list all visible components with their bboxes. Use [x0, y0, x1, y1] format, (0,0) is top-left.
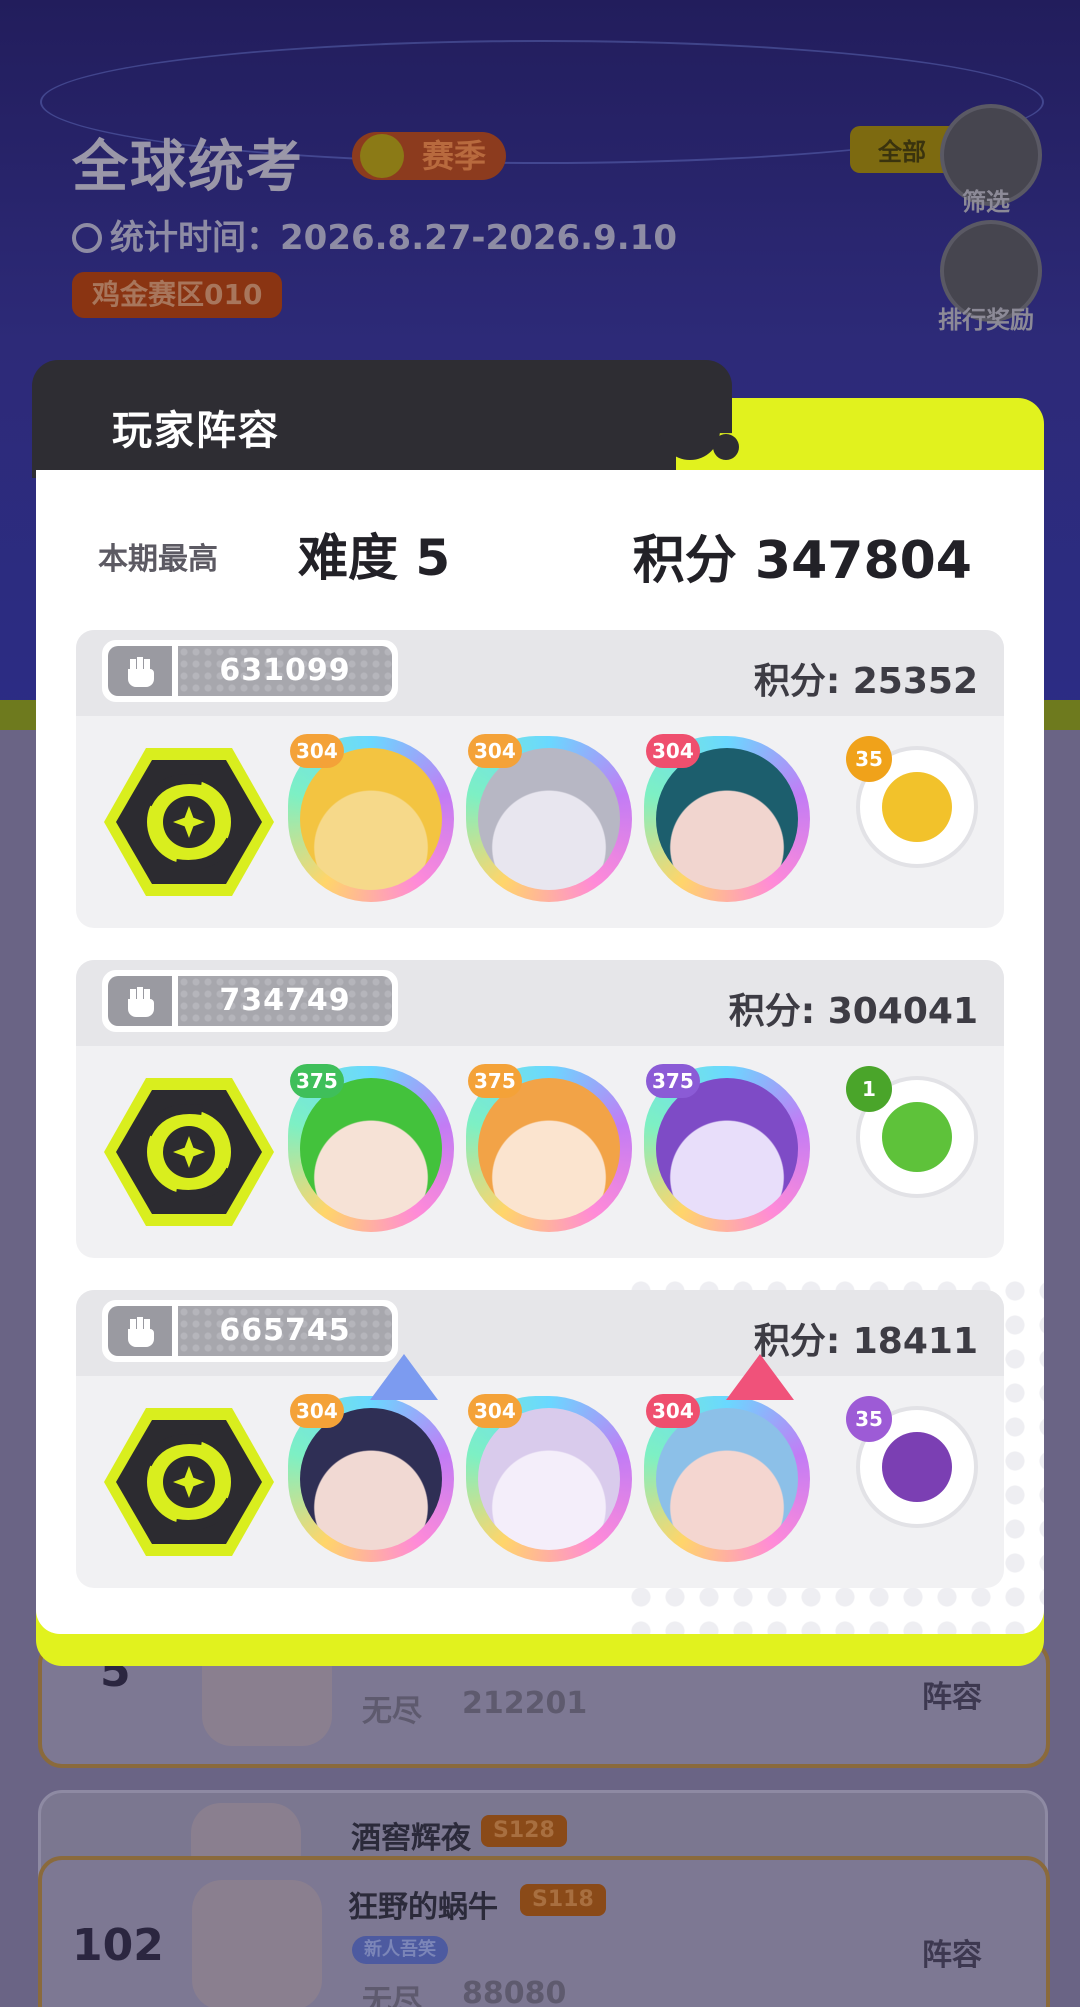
companion-level-badge: 35	[846, 736, 892, 782]
hero-portrait[interactable]: 304	[644, 734, 810, 902]
companion-icon	[882, 1432, 952, 1502]
score-value: 212201	[462, 1686, 588, 1721]
hero-avatar	[478, 748, 620, 890]
hero-avatar	[300, 1078, 442, 1220]
hero-avatar	[656, 1408, 798, 1550]
companion-icon	[882, 772, 952, 842]
hero-avatar	[656, 1078, 798, 1220]
score-value: 88080	[462, 1976, 567, 2007]
best-difficulty: 难度 5	[298, 529, 451, 587]
hero-portrait[interactable]: 304	[288, 734, 454, 902]
companion-level-badge: 1	[846, 1066, 892, 1112]
hero-avatar	[300, 1408, 442, 1550]
hero-level-badge: 375	[646, 1064, 700, 1098]
player-name: 酒窖辉夜	[351, 1821, 471, 1856]
team-score: 积分: 25352	[753, 661, 978, 702]
hero-portrait[interactable]: 304	[644, 1354, 810, 1562]
lineup-modal: 本期最高 难度 5 积分 347804 631099 积分: 25352 304…	[36, 470, 1044, 1634]
hero-portrait[interactable]: 375	[466, 1064, 632, 1232]
hero-avatar	[478, 1408, 620, 1550]
team-card: 631099 积分: 25352 304 304 304 35	[76, 630, 1004, 928]
player-id-badge: 631099	[102, 640, 398, 702]
hero-portrait[interactable]: 375	[288, 1064, 454, 1232]
hero-level-badge: 304	[468, 734, 522, 768]
hero-portrait[interactable]: 304	[466, 1394, 632, 1562]
player-id: 734749	[219, 983, 351, 1018]
title-badge: 新人吾笑	[352, 1936, 448, 1964]
fist-icon	[108, 976, 172, 1026]
modal-title: 玩家阵容	[112, 408, 280, 454]
hero-portrait[interactable]: 304	[466, 734, 632, 902]
team-card: 734749 积分: 304041 375 375 375 1	[76, 960, 1004, 1258]
hero-level-badge: 304	[646, 1394, 700, 1428]
mode-label: 无尽	[362, 1984, 422, 2007]
avatar	[192, 1880, 322, 2007]
best-score: 积分 347804	[632, 531, 972, 591]
player-id-badge: 665745	[102, 1300, 398, 1362]
hero-portrait[interactable]: 375	[644, 1064, 810, 1232]
team-score: 积分: 304041	[728, 991, 978, 1032]
hero-level-badge: 304	[290, 1394, 344, 1428]
hero-avatar	[656, 748, 798, 890]
header-dot	[713, 434, 739, 460]
player-id-badge: 734749	[102, 970, 398, 1032]
companion-level-badge: 35	[846, 1396, 892, 1442]
team-card: 665745 积分: 18411 304 304 304 35	[76, 1290, 1004, 1588]
pet-emblem-icon[interactable]	[102, 744, 276, 900]
fist-icon	[108, 646, 172, 696]
hero-avatar	[300, 748, 442, 890]
hero-avatar	[478, 1078, 620, 1220]
crown-icon	[726, 1354, 794, 1400]
rank-reward-label: 排行奖励	[938, 306, 1034, 334]
zone-label[interactable]: 鸡金赛区010	[72, 272, 283, 318]
hero-level-badge: 375	[468, 1064, 522, 1098]
season-badge[interactable]: 赛季	[352, 132, 507, 180]
companion-avatar[interactable]: 35	[846, 736, 978, 868]
hero-level-badge: 304	[290, 734, 344, 768]
server-tag: S118	[520, 1884, 606, 1916]
server-tag: S128	[481, 1815, 567, 1847]
best-label: 本期最高	[98, 542, 218, 577]
stat-time: 统计时间：2026.8.27-2026.9.10	[72, 210, 677, 259]
crown-icon	[370, 1354, 438, 1400]
companion-icon	[882, 1102, 952, 1172]
hero-level-badge: 375	[290, 1064, 344, 1098]
player-id: 631099	[219, 653, 351, 688]
lineup-link[interactable]: 阵容	[922, 1672, 982, 1716]
pet-emblem-icon[interactable]	[102, 1404, 276, 1560]
rank-number: 102	[72, 1920, 164, 1971]
hero-level-badge: 304	[468, 1394, 522, 1428]
player-id: 665745	[219, 1313, 351, 1348]
season-icon	[360, 134, 404, 178]
companion-avatar[interactable]: 35	[846, 1396, 978, 1528]
season-label: 赛季	[422, 137, 487, 175]
companion-avatar[interactable]: 1	[846, 1066, 978, 1198]
fist-icon	[108, 1306, 172, 1356]
pet-emblem-icon[interactable]	[102, 1074, 276, 1230]
lineup-link[interactable]: 阵容	[922, 1930, 982, 1974]
mode-label: 无尽	[362, 1694, 422, 1729]
filter-label: 筛选	[962, 188, 1010, 216]
stat-time-text: 统计时间：2026.8.27-2026.9.10	[110, 218, 677, 258]
player-name: 狂野的蜗牛	[348, 1890, 498, 1925]
clock-icon	[72, 223, 102, 253]
rank-row-highlight[interactable]: 102 狂野的蜗牛 S118 新人吾笑 无尽 88080 阵容	[38, 1856, 1050, 2007]
hero-level-badge: 304	[646, 734, 700, 768]
page-title: 全球统考	[72, 135, 304, 200]
hero-portrait[interactable]: 304	[288, 1354, 454, 1562]
